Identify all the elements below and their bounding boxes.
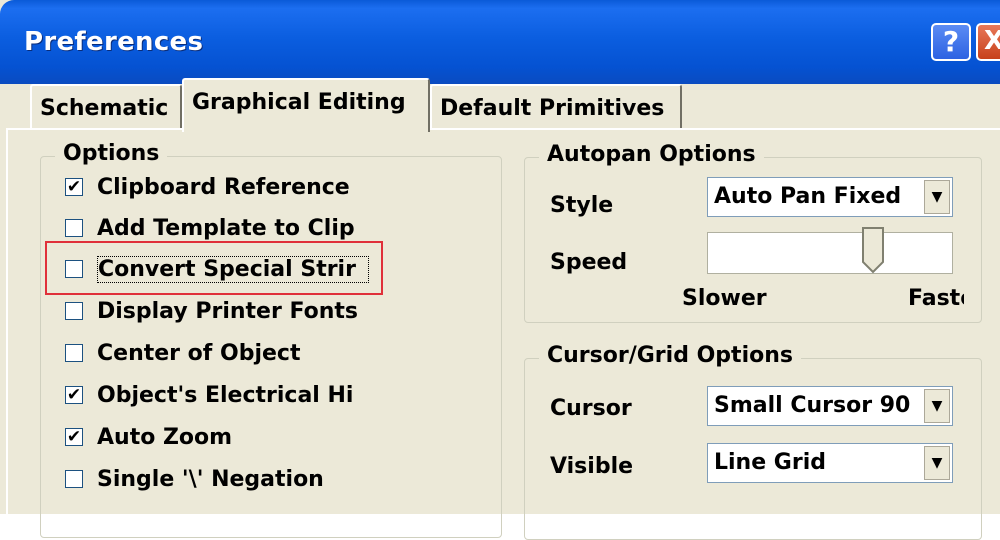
chevron-down-icon[interactable]: ▼ xyxy=(924,389,950,423)
style-select[interactable]: Auto Pan Fixed ▼ xyxy=(707,177,953,217)
slower-label: Slower xyxy=(682,286,767,311)
option-objects-electrical-hotspot[interactable]: ✔ Object's Electrical Hi xyxy=(30,380,367,410)
style-select-value: Auto Pan Fixed xyxy=(714,184,902,209)
speed-slider-thumb[interactable] xyxy=(861,226,885,274)
cursor-grid-options-title: Cursor/Grid Options xyxy=(539,343,801,368)
highlight-frame xyxy=(45,241,383,295)
option-clipboard-reference[interactable]: ✔ Clipboard Reference xyxy=(30,172,397,202)
option-label: Object's Electrical Hi xyxy=(97,382,354,408)
option-single-negation[interactable]: Single '\' Negation xyxy=(30,464,367,494)
checkbox-clipboard-reference[interactable]: ✔ xyxy=(65,178,83,196)
checkbox-add-template-to-clip[interactable] xyxy=(65,219,83,237)
help-button[interactable]: ? xyxy=(931,23,971,61)
autopan-options-title: Autopan Options xyxy=(539,142,764,167)
checkbox-center-of-object[interactable] xyxy=(65,344,83,362)
close-icon: X xyxy=(984,26,1000,56)
cursor-select[interactable]: Small Cursor 90 ▼ xyxy=(707,386,953,426)
tab-graphical-editing-label: Graphical Editing xyxy=(192,90,406,115)
visible-label: Visible xyxy=(550,454,634,479)
window-title: Preferences xyxy=(24,27,204,57)
style-label: Style xyxy=(550,193,614,218)
option-auto-zoom[interactable]: ✔ Auto Zoom xyxy=(30,422,367,452)
faster-label: Faster xyxy=(908,286,964,311)
cursor-select-value: Small Cursor 90 xyxy=(714,393,911,418)
option-label: Clipboard Reference xyxy=(97,174,350,200)
option-display-printer-fonts[interactable]: Display Printer Fonts xyxy=(30,296,367,326)
chevron-down-icon[interactable]: ▼ xyxy=(924,180,950,214)
chevron-down-icon[interactable]: ▼ xyxy=(924,446,950,480)
speed-slider-track[interactable] xyxy=(707,232,953,274)
help-icon: ? xyxy=(942,25,960,58)
option-add-template-to-clip[interactable]: Add Template to Clip xyxy=(30,213,367,243)
visible-select-value: Line Grid xyxy=(714,450,826,475)
checkbox-display-printer-fonts[interactable] xyxy=(65,302,83,320)
option-label: Add Template to Clip xyxy=(97,215,355,241)
preferences-dialog: Preferences ? X Schematic Graphical Edit… xyxy=(0,0,1000,540)
title-bar[interactable]: Preferences ? X xyxy=(0,0,1000,84)
visible-select[interactable]: Line Grid ▼ xyxy=(707,443,953,483)
tab-schematic[interactable]: Schematic xyxy=(30,84,182,130)
option-label: Auto Zoom xyxy=(97,424,233,450)
options-group-title: Options xyxy=(55,141,168,166)
option-label: Single '\' Negation xyxy=(97,466,324,492)
checkbox-auto-zoom[interactable]: ✔ xyxy=(65,428,83,446)
cursor-label: Cursor xyxy=(550,396,632,421)
option-label: Display Printer Fonts xyxy=(97,298,359,324)
checkbox-objects-electrical-hotspot[interactable]: ✔ xyxy=(65,386,83,404)
option-center-of-object[interactable]: Center of Object xyxy=(30,338,367,368)
tab-default-primitives[interactable]: Default Primitives xyxy=(430,84,682,130)
tab-graphical-editing[interactable]: Graphical Editing xyxy=(182,78,430,132)
tab-schematic-label: Schematic xyxy=(40,96,169,121)
tab-default-primitives-label: Default Primitives xyxy=(440,96,665,121)
close-button[interactable]: X xyxy=(976,23,1000,61)
option-label: Center of Object xyxy=(97,340,301,366)
speed-label: Speed xyxy=(550,250,628,275)
checkbox-single-negation[interactable] xyxy=(65,470,83,488)
